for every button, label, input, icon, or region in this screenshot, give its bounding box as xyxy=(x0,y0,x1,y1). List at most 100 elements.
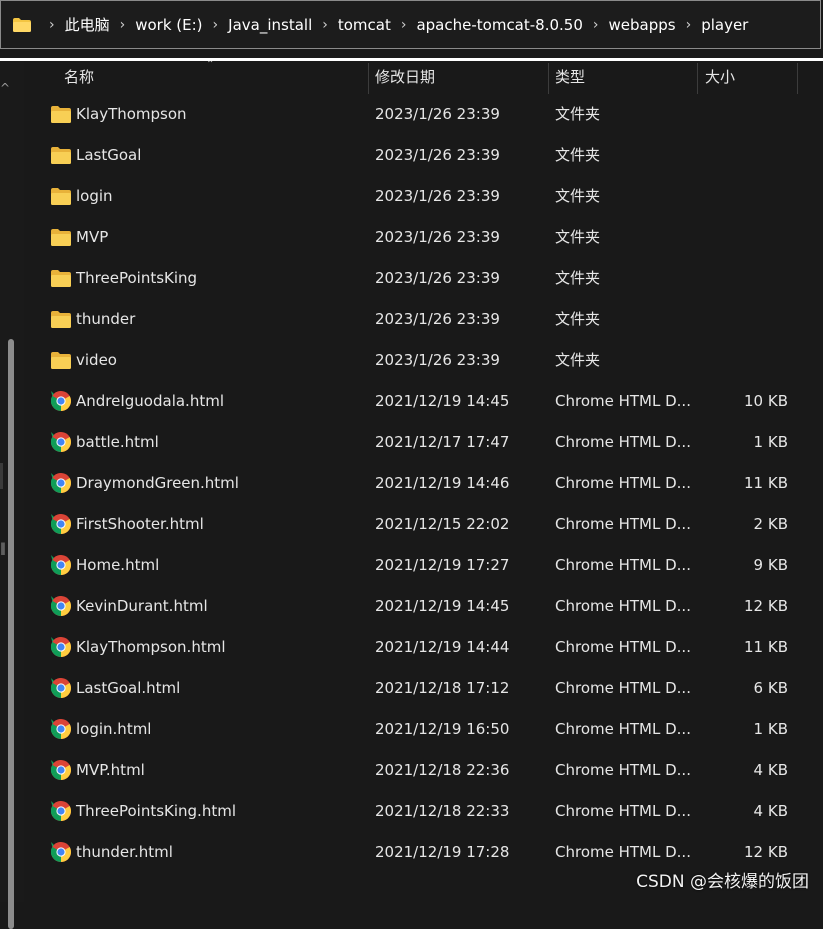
breadcrumb-player[interactable]: player xyxy=(701,16,748,34)
table-row[interactable]: ThreePointsKing 2023/1/26 23:39 文件夹 xyxy=(24,258,823,299)
table-row[interactable]: DraymondGreen.html 2021/12/19 14:46 Chrome… xyxy=(24,463,823,504)
chrome-icon xyxy=(51,473,71,493)
folder-icon xyxy=(51,311,71,331)
file-size: 6 KB xyxy=(753,679,788,697)
table-row[interactable]: thunder 2023/1/26 23:39 文件夹 xyxy=(24,299,823,340)
table-row[interactable]: video 2023/1/26 23:39 文件夹 xyxy=(24,340,823,381)
file-type: 文件夹 xyxy=(555,187,601,205)
table-row[interactable]: FirstShooter.html 2021/12/15 22:02 Chrome … xyxy=(24,504,823,545)
column-divider[interactable] xyxy=(797,63,798,94)
nav-selection-marker xyxy=(0,463,3,489)
table-row[interactable]: login.html 2021/12/19 16:50 Chrome HTML D.… xyxy=(24,709,823,750)
file-date: 2021/12/19 14:44 xyxy=(375,638,510,656)
file-type: 文件夹 xyxy=(555,351,601,369)
nav-scrollbar[interactable] xyxy=(8,339,14,929)
breadcrumb-webapps[interactable]: webapps xyxy=(609,16,676,34)
column-divider[interactable] xyxy=(697,63,698,94)
column-size[interactable]: 大小 xyxy=(705,61,735,94)
nav-fragment: ‖ xyxy=(0,541,6,555)
table-row[interactable]: MVP.html 2021/12/18 22:36 Chrome HTML D...… xyxy=(24,750,823,791)
file-type: Chrome HTML D... xyxy=(555,638,691,656)
table-row[interactable]: battle.html 2021/12/17 17:47 Chrome HTML D… xyxy=(24,422,823,463)
file-size: 4 KB xyxy=(753,802,788,820)
file-date: 2021/12/18 22:36 xyxy=(375,761,510,779)
file-type: 文件夹 xyxy=(555,228,601,246)
file-name: MVP xyxy=(76,228,109,246)
file-date: 2023/1/26 23:39 xyxy=(375,187,500,205)
column-type[interactable]: 类型 xyxy=(555,61,585,94)
breadcrumb-tomcat[interactable]: tomcat xyxy=(338,16,391,34)
table-row[interactable]: login 2023/1/26 23:39 文件夹 xyxy=(24,176,823,217)
chrome-icon xyxy=(51,719,71,739)
file-type: Chrome HTML D... xyxy=(555,720,691,738)
file-name: battle.html xyxy=(76,433,159,451)
file-name: KevinDurant.html xyxy=(76,597,208,615)
chevron-right-icon[interactable]: › xyxy=(686,17,692,33)
file-type: Chrome HTML D... xyxy=(555,761,691,779)
sort-up-icon: ⌃ xyxy=(206,61,215,70)
chrome-icon xyxy=(51,678,71,698)
chevron-right-icon[interactable]: › xyxy=(593,17,599,33)
table-row[interactable]: KevinDurant.html 2021/12/19 14:45 Chrome H… xyxy=(24,586,823,627)
file-name: thunder.html xyxy=(76,843,173,861)
nav-fragment: ^ xyxy=(0,81,11,95)
file-date: 2021/12/19 16:50 xyxy=(375,720,510,738)
chrome-icon xyxy=(51,432,71,452)
breadcrumb-work-drive[interactable]: work (E:) xyxy=(135,16,202,34)
column-date[interactable]: 修改日期 xyxy=(375,61,435,94)
file-date: 2021/12/18 22:33 xyxy=(375,802,510,820)
file-size: 1 KB xyxy=(753,433,788,451)
file-name: Home.html xyxy=(76,556,160,574)
file-name: login xyxy=(76,187,113,205)
chevron-right-icon[interactable]: › xyxy=(213,17,219,33)
chrome-icon xyxy=(51,760,71,780)
file-type: Chrome HTML D... xyxy=(555,392,691,410)
file-name: AndreIguodala.html xyxy=(76,392,224,410)
file-type: Chrome HTML D... xyxy=(555,474,691,492)
file-date: 2021/12/15 22:02 xyxy=(375,515,510,533)
file-name: login.html xyxy=(76,720,152,738)
chrome-icon xyxy=(51,801,71,821)
breadcrumb-this-pc[interactable]: 此电脑 xyxy=(65,14,110,35)
file-type: 文件夹 xyxy=(555,146,601,164)
table-row[interactable]: Home.html 2021/12/19 17:27 Chrome HTML D..… xyxy=(24,545,823,586)
chrome-icon xyxy=(51,842,71,862)
file-size: 2 KB xyxy=(753,515,788,533)
file-size: 9 KB xyxy=(753,556,788,574)
address-bar[interactable]: › 此电脑 › work (E:) › Java_install › tomca… xyxy=(0,0,821,49)
file-date: 2023/1/26 23:39 xyxy=(375,351,500,369)
breadcrumb-java-install[interactable]: Java_install xyxy=(228,16,312,34)
table-row[interactable]: KlayThompson 2023/1/26 23:39 文件夹 xyxy=(24,94,823,135)
file-name: thunder xyxy=(76,310,136,328)
table-row[interactable]: ThreePointsKing.html 2021/12/18 22:33 Chro… xyxy=(24,791,823,832)
chevron-right-icon[interactable]: › xyxy=(401,17,407,33)
file-date: 2021/12/18 17:12 xyxy=(375,679,510,697)
table-row[interactable]: LastGoal.html 2021/12/18 17:12 Chrome HTML… xyxy=(24,668,823,709)
navigation-pane[interactable]: ^ ‖ xyxy=(0,61,24,929)
table-row[interactable]: LastGoal 2023/1/26 23:39 文件夹 xyxy=(24,135,823,176)
chevron-right-icon[interactable]: › xyxy=(322,17,328,33)
column-header: ⌃ 名称 修改日期 类型 大小 xyxy=(24,61,823,94)
file-date: 2023/1/26 23:39 xyxy=(375,105,500,123)
folder-icon xyxy=(51,106,71,126)
file-name: FirstShooter.html xyxy=(76,515,204,533)
file-type: Chrome HTML D... xyxy=(555,515,691,533)
file-size: 1 KB xyxy=(753,720,788,738)
column-divider[interactable] xyxy=(368,63,369,94)
table-row[interactable]: MVP 2023/1/26 23:39 文件夹 xyxy=(24,217,823,258)
file-list[interactable]: ⌃ 名称 修改日期 类型 大小 KevinDurant2023/1/26 23:… xyxy=(24,61,823,902)
file-date: 2021/12/19 14:45 xyxy=(375,392,510,410)
file-date: 2023/1/26 23:39 xyxy=(375,146,500,164)
file-type: Chrome HTML D... xyxy=(555,679,691,697)
file-size: 11 KB xyxy=(744,474,788,492)
chevron-right-icon[interactable]: › xyxy=(120,17,126,33)
file-date: 2021/12/19 17:27 xyxy=(375,556,510,574)
column-name[interactable]: 名称 xyxy=(64,61,94,94)
column-divider[interactable] xyxy=(548,63,549,94)
chevron-right-icon: › xyxy=(49,16,55,33)
table-row[interactable]: AndreIguodala.html 2021/12/19 14:45 Chrome… xyxy=(24,381,823,422)
file-name: LastGoal xyxy=(76,146,142,164)
table-row[interactable]: KlayThompson.html 2021/12/19 14:44 Chrome … xyxy=(24,627,823,668)
breadcrumb-apache-tomcat[interactable]: apache-tomcat-8.0.50 xyxy=(416,16,582,34)
file-date: 2023/1/26 23:39 xyxy=(375,228,500,246)
